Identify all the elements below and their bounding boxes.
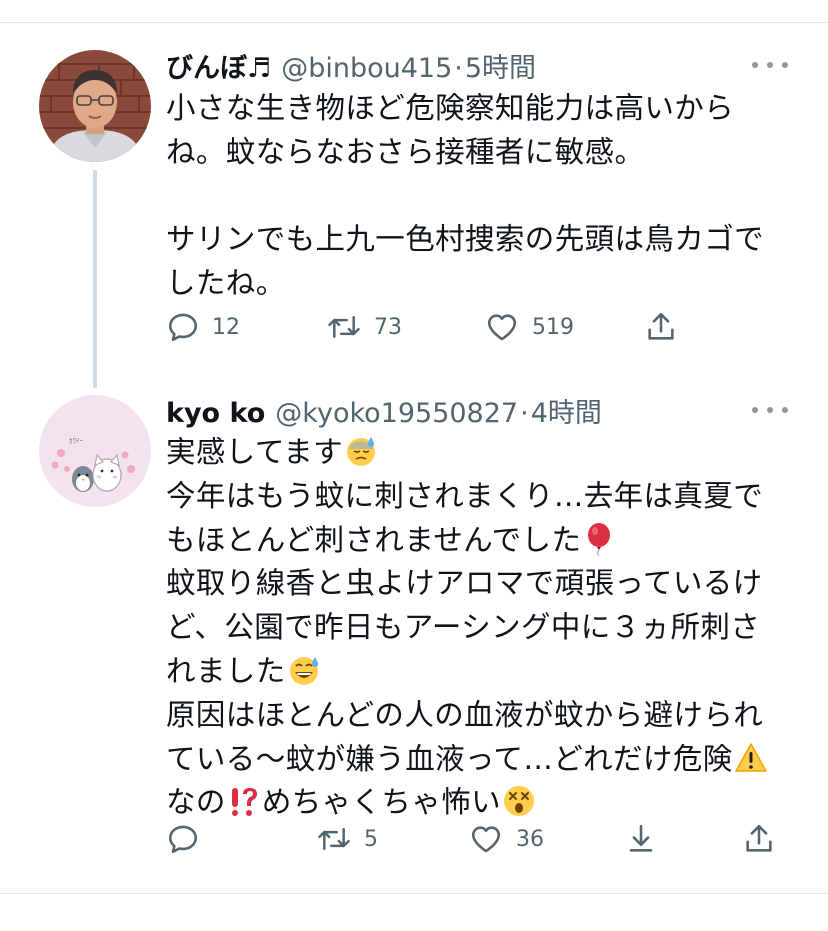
text-segment: なの <box>166 785 226 820</box>
display-name[interactable]: びんぼ♬ <box>166 46 271 85</box>
reply-icon <box>166 310 200 344</box>
avatar-kyoko[interactable]: ｶﾜｲｰ <box>39 395 151 507</box>
tweet-text-line: ね。蚊ならなおさら接種者に敏感。 <box>166 134 645 169</box>
avatar-binbou[interactable] <box>39 50 151 162</box>
timestamp[interactable]: 4時間 <box>531 391 602 430</box>
tweet-text: 小さな生き物ほど危険察知能力は高いから ね。蚊ならなおさら接種者に敏感。 サリン… <box>166 87 778 306</box>
text-segment: れました <box>166 653 286 688</box>
share-button[interactable] <box>644 307 678 347</box>
tweet-text-line: したね。 <box>166 266 286 301</box>
heart-icon <box>468 822 504 856</box>
tweet-actions: 5 36 <box>166 819 786 859</box>
thread-connector-line <box>93 170 97 388</box>
like-count: 519 <box>532 314 574 340</box>
download-button[interactable] <box>624 819 658 859</box>
text-segment: ている〜蚊が嫌う血液って…どれだけ危険 <box>166 741 733 776</box>
tweet-text-line: 原因はほとんどの人の血液が蚊から避けられ <box>166 697 764 732</box>
text-segment: 実感してます <box>166 435 344 469</box>
tweet-text-line: ている〜蚊が嫌う血液って…どれだけ危険 <box>166 738 778 782</box>
reply-icon <box>166 822 200 856</box>
svg-text:ｶﾜｲｰ: ｶﾜｲｰ <box>69 437 83 445</box>
tweet-header: kyo ko @kyoko19550827 · 4時間 <box>166 391 602 430</box>
text-segment: もほとんど刺されませんでした <box>166 522 582 557</box>
tweet-text-line: 蚊取り線香と虫よけアロマで頑張っているけ <box>166 566 763 601</box>
share-icon <box>742 822 776 856</box>
download-icon <box>624 822 658 856</box>
tweet-text-line: ど、公園で昨日もアーシング中に３ヵ所刺さ <box>166 610 761 645</box>
display-name[interactable]: kyo ko <box>166 398 265 429</box>
downcast-sweat-emoji <box>344 434 378 468</box>
text-segment: めちゃくちゃ怖い <box>261 785 502 820</box>
more-options-icon[interactable] <box>752 60 788 70</box>
reply-count: 12 <box>212 314 240 340</box>
user-handle[interactable]: @kyoko19550827 <box>275 398 518 429</box>
reply-button[interactable]: 12 <box>166 307 240 347</box>
share-button[interactable] <box>742 819 776 859</box>
share-icon <box>644 310 678 344</box>
tweet-text-line: 実感してます <box>166 431 778 475</box>
like-button[interactable]: 519 <box>484 307 574 347</box>
user-handle[interactable]: @binbou415 <box>281 53 452 84</box>
separator-dot: · <box>520 398 529 429</box>
like-count: 36 <box>516 826 544 852</box>
tweet-text-line: 小さな生き物ほど危険察知能力は高いから <box>166 91 735 125</box>
tweet-actions: 12 73 519 <box>166 307 786 347</box>
retweet-count: 5 <box>364 826 378 852</box>
bottom-divider <box>0 893 828 894</box>
retweet-count: 73 <box>374 314 402 340</box>
tweet-text-line: もほとんど刺されませんでした <box>166 519 778 563</box>
tweet-text-blank-line <box>166 175 778 219</box>
retweet-icon <box>326 310 362 344</box>
exclamation-question-emoji <box>227 784 261 818</box>
tweet-text-line: 今年はもう蚊に刺されまくり…去年は真夏で <box>166 478 764 513</box>
tweet-text-line: サリンでも上九一色村捜索の先頭は鳥カゴで <box>166 222 765 257</box>
heart-icon <box>484 310 520 344</box>
dizzy-face-emoji <box>502 784 536 818</box>
warning-emoji <box>734 741 768 775</box>
top-divider <box>0 22 828 23</box>
retweet-button[interactable]: 73 <box>326 307 402 347</box>
retweet-button[interactable]: 5 <box>316 819 378 859</box>
more-options-icon[interactable] <box>752 405 788 415</box>
tweet-header: びんぼ♬ @binbou415 · 5時間 <box>166 46 536 85</box>
retweet-icon <box>316 822 352 856</box>
timestamp[interactable]: 5時間 <box>465 46 536 85</box>
grinning-sweat-emoji <box>287 653 321 687</box>
balloon-emoji <box>582 522 616 556</box>
tweet-text: 実感してます 今年はもう蚊に刺されまくり…去年は真夏で もほとんど刺されませんで… <box>166 431 778 825</box>
tweet-text-line: れました <box>166 650 778 694</box>
like-button[interactable]: 36 <box>468 819 544 859</box>
reply-button[interactable] <box>166 819 200 859</box>
separator-dot: · <box>454 53 463 84</box>
